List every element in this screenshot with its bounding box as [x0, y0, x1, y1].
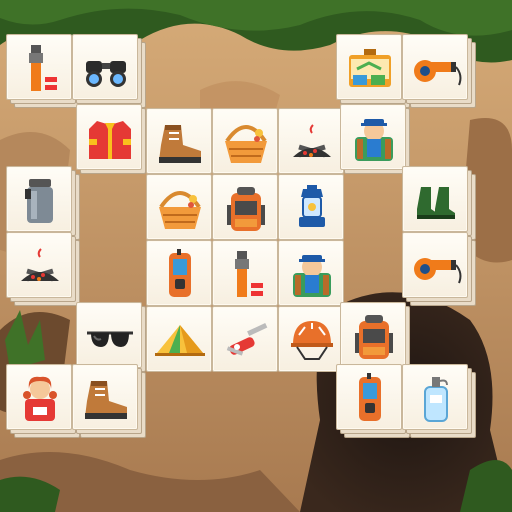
mahjong-tile[interactable]: [212, 108, 278, 174]
campfire-icon: [293, 124, 331, 158]
mahjong-tile[interactable]: [402, 232, 476, 306]
tile-face: [212, 174, 278, 240]
mahjong-tile[interactable]: [72, 34, 146, 108]
tile-face: [72, 34, 138, 100]
tent-icon: [155, 325, 205, 356]
tile-face: [402, 166, 468, 232]
tile-face: [6, 166, 72, 232]
flashlight-icon: [235, 251, 263, 297]
hiker-icon: [355, 119, 393, 161]
hiking-boot-icon: [159, 125, 201, 163]
tile-face: [146, 108, 212, 174]
mahjong-tile[interactable]: [76, 104, 146, 174]
tile-face: [212, 108, 278, 174]
tile-face: [6, 232, 72, 298]
tile-face: [278, 108, 344, 174]
mahjong-tile[interactable]: [402, 34, 476, 108]
tile-face: [146, 306, 212, 372]
sunglasses-icon: [87, 331, 133, 347]
whistle-icon: [414, 60, 462, 86]
girl-scout-icon: [23, 376, 57, 421]
jacket-icon: [89, 121, 131, 159]
gps-device-icon: [359, 373, 381, 421]
mahjong-tile[interactable]: [6, 232, 80, 306]
basket-icon: [159, 191, 201, 229]
tile-face: [340, 104, 406, 170]
mahjong-tile[interactable]: [76, 302, 146, 372]
mahjong-tile[interactable]: [212, 174, 278, 240]
pocket-knife-icon: [226, 322, 268, 356]
mahjong-tile[interactable]: [278, 174, 344, 240]
basket-icon: [225, 125, 267, 163]
mahjong-tile[interactable]: [6, 166, 80, 240]
whistle-icon: [414, 258, 462, 284]
mahjong-tile[interactable]: [146, 108, 212, 174]
tile-face: [146, 240, 212, 306]
mahjong-tile[interactable]: [278, 306, 344, 372]
flashlight-icon: [29, 45, 57, 91]
campfire-icon: [21, 248, 59, 282]
gas-canister-icon: [424, 377, 448, 422]
tile-face: [340, 302, 406, 368]
hiking-boot-icon: [85, 381, 127, 419]
gps-device-icon: [169, 249, 191, 297]
rubber-boots-icon: [417, 187, 455, 219]
backpack-icon: [355, 315, 393, 359]
mahjong-tile[interactable]: [146, 240, 212, 306]
tile-face: [76, 302, 142, 368]
mahjong-tile[interactable]: [278, 240, 344, 306]
mahjong-tile[interactable]: [6, 34, 80, 108]
mahjong-tile[interactable]: [146, 306, 212, 372]
thermos-icon: [25, 179, 53, 223]
tile-face: [278, 306, 344, 372]
mahjong-tile[interactable]: [336, 34, 410, 108]
tile-face: [278, 240, 344, 306]
tile-face: [336, 34, 402, 100]
binoculars-icon: [86, 61, 126, 87]
tile-face: [402, 364, 468, 430]
backpack-icon: [227, 187, 265, 231]
tile-face: [212, 240, 278, 306]
toolbox-icon: [349, 49, 391, 87]
tile-face: [212, 306, 278, 372]
tile-face: [72, 364, 138, 430]
tile-face: [76, 104, 142, 170]
mahjong-tile[interactable]: [212, 240, 278, 306]
tile-face: [146, 174, 212, 240]
mahjong-tile[interactable]: [402, 364, 476, 438]
mahjong-tile[interactable]: [336, 364, 410, 438]
mahjong-tile[interactable]: [340, 302, 410, 372]
tile-face: [402, 34, 468, 100]
tile-face: [6, 364, 72, 430]
mahjong-tile[interactable]: [340, 104, 410, 174]
mahjong-tile[interactable]: [72, 364, 146, 438]
hiker-icon: [293, 255, 331, 297]
mahjong-tile[interactable]: [6, 364, 80, 438]
mahjong-tile[interactable]: [278, 108, 344, 174]
tile-face: [336, 364, 402, 430]
tile-face: [402, 232, 468, 298]
tile-face: [6, 34, 72, 100]
tile-face: [278, 174, 344, 240]
lantern-icon: [299, 185, 325, 227]
mahjong-tile[interactable]: [402, 166, 476, 240]
mahjong-tile[interactable]: [146, 174, 212, 240]
mahjong-tile[interactable]: [212, 306, 278, 372]
